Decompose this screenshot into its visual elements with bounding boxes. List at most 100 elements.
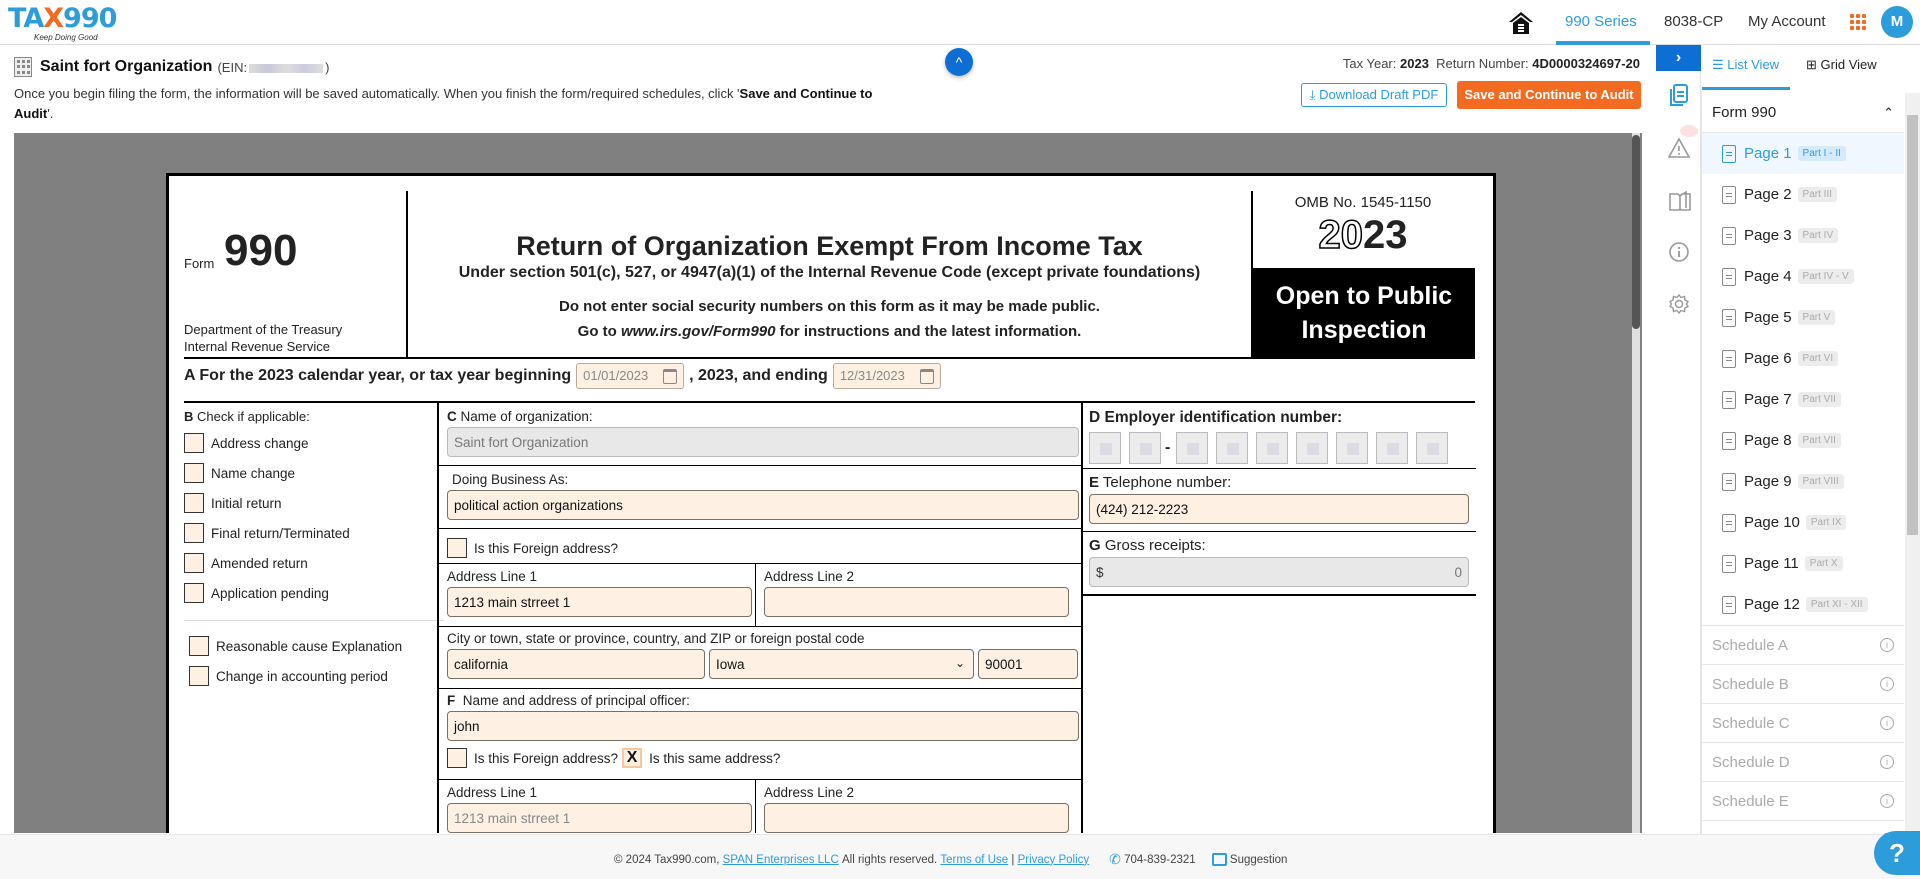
divider: [439, 779, 1081, 780]
info-icon[interactable]: i: [1880, 638, 1894, 652]
officer-address-line-1-field[interactable]: 1213 main strreet 1: [447, 803, 752, 833]
chevron-up-icon[interactable]: ⌃: [1883, 105, 1894, 121]
schedule-item[interactable]: Schedule Bi: [1702, 664, 1904, 703]
checkbox-application-pending[interactable]: Application pending: [184, 578, 444, 608]
info-icon[interactable]: i: [1880, 677, 1894, 691]
terms-link[interactable]: Terms of Use: [940, 854, 1008, 866]
form-label: Form: [184, 256, 215, 271]
tab-list-view[interactable]: ☰ List View: [1712, 57, 1779, 73]
telephone-field[interactable]: (424) 212-2223: [1089, 494, 1469, 524]
home-icon[interactable]: [1508, 10, 1534, 36]
page-item[interactable]: Page 1 Part I - II: [1702, 133, 1904, 174]
ein-digit[interactable]: [1216, 432, 1249, 464]
schedule-item[interactable]: Schedule Ai: [1702, 625, 1904, 664]
gear-icon[interactable]: [1668, 293, 1690, 315]
schedule-item[interactable]: Schedule Fi: [1702, 820, 1904, 834]
tab-grid-view[interactable]: ⊞ Grid View: [1806, 57, 1877, 73]
tax990-logo[interactable]: TAX990 Keep Doing Good: [8, 3, 117, 43]
divider: [1083, 594, 1476, 596]
page-item[interactable]: Page 6 Part VI: [1702, 338, 1904, 379]
schedule-item[interactable]: Schedule Ci: [1702, 703, 1904, 742]
page-item[interactable]: Page 5 Part V: [1702, 297, 1904, 338]
book-icon[interactable]: [1668, 190, 1691, 212]
info-icon[interactable]: i: [1880, 794, 1894, 808]
nav-990-series[interactable]: 990 Series: [1565, 13, 1637, 30]
officer-address-line-2-field[interactable]: [764, 803, 1069, 833]
gross-receipts-field[interactable]: $0: [1089, 557, 1469, 587]
ein-digit[interactable]: [1376, 432, 1409, 464]
form-pages-icon[interactable]: [1668, 83, 1690, 106]
page-item[interactable]: Page 4 Part IV - V: [1702, 256, 1904, 297]
calendar-icon[interactable]: [663, 369, 678, 384]
checkbox-address-change[interactable]: Address change: [184, 428, 444, 458]
privacy-link[interactable]: Privacy Policy: [1018, 854, 1090, 866]
info-icon[interactable]: [1668, 241, 1690, 263]
expand-panel-button[interactable]: ›: [1656, 45, 1701, 71]
checkbox-change-accounting-period[interactable]: Change in accounting period: [184, 661, 444, 691]
suggestion-link[interactable]: Suggestion: [1230, 854, 1288, 866]
info-icon[interactable]: i: [1880, 755, 1894, 769]
ein-digit[interactable]: [1176, 432, 1209, 464]
company-link[interactable]: SPAN Enterprises LLC: [723, 854, 839, 866]
ein-digit[interactable]: [1296, 432, 1329, 464]
organization-name-field[interactable]: Saint fort Organization: [447, 427, 1079, 457]
warning-icon[interactable]: [1667, 137, 1691, 159]
navigation-panel: ☰ List View ⊞ Grid View Form 990 ⌃ Page 1…: [1701, 45, 1920, 834]
zip-field[interactable]: 90001: [978, 649, 1078, 679]
ein-digit[interactable]: [1089, 432, 1121, 464]
checkbox-officer-foreign-address[interactable]: Is this Foreign address?: [447, 743, 618, 773]
viewer-scrollbar[interactable]: [1632, 133, 1640, 833]
checkbox-reasonable-cause[interactable]: Reasonable cause Explanation: [184, 631, 444, 661]
state-select[interactable]: Iowa ⌄: [709, 649, 974, 679]
nav-8038-cp[interactable]: 8038-CP: [1664, 13, 1723, 30]
page-item[interactable]: Page 9 Part VIII: [1702, 461, 1904, 502]
page-item[interactable]: Page 10 Part IX: [1702, 502, 1904, 543]
ein-digit[interactable]: [1336, 432, 1369, 464]
page-item[interactable]: Page 8 Part VII: [1702, 420, 1904, 461]
save-continue-audit-button[interactable]: Save and Continue to Audit: [1457, 81, 1641, 109]
form-990-group[interactable]: Form 990 ⌃: [1702, 93, 1904, 133]
ein-label: (EIN:): [217, 59, 330, 75]
avatar[interactable]: M: [1881, 6, 1913, 38]
divider: [1083, 531, 1476, 532]
download-draft-pdf-button[interactable]: ⤓ Download Draft PDF: [1301, 83, 1447, 107]
principal-officer-field[interactable]: john: [447, 711, 1079, 741]
ssn-notice: Do not enter social security numbers on …: [559, 298, 1100, 315]
info-icon[interactable]: i: [1880, 716, 1894, 730]
checkbox-final-return[interactable]: Final return/Terminated: [184, 518, 444, 548]
page-item[interactable]: Page 2 Part III: [1702, 174, 1904, 215]
checkbox-initial-return[interactable]: Initial return: [184, 488, 444, 518]
divider: [439, 465, 1081, 466]
checkbox-foreign-address[interactable]: Is this Foreign address?: [447, 533, 618, 563]
page-item[interactable]: Page 12 Part XI - XII: [1702, 584, 1904, 625]
checkbox-name-change[interactable]: Name change: [184, 458, 444, 488]
schedule-item[interactable]: Schedule Di: [1702, 742, 1904, 781]
address-line-1-field[interactable]: 1213 main strreet 1: [447, 587, 752, 617]
support-phone[interactable]: 704-839-2321: [1124, 854, 1196, 866]
page-item[interactable]: Page 7 Part VII: [1702, 379, 1904, 420]
page-item[interactable]: Page 3 Part IV: [1702, 215, 1904, 256]
panel-scrollbar[interactable]: [1905, 93, 1920, 834]
document-icon: [1722, 144, 1736, 163]
apps-grid-icon[interactable]: [1850, 14, 1866, 30]
ein-digit[interactable]: [1129, 432, 1161, 464]
ein-boxes: -: [1089, 432, 1469, 464]
doing-business-as-field[interactable]: political action organizations: [447, 490, 1079, 520]
page-item[interactable]: Page 11 Part X: [1702, 543, 1904, 584]
checkbox-amended-return[interactable]: Amended return: [184, 548, 444, 578]
help-button[interactable]: ?: [1874, 831, 1920, 875]
ein-digit[interactable]: [1256, 432, 1289, 464]
nav-my-account[interactable]: My Account: [1748, 13, 1826, 30]
divider: [439, 626, 1081, 627]
document-icon: [1722, 185, 1736, 204]
collapse-header-button[interactable]: ^: [945, 48, 973, 76]
checkbox-same-address[interactable]: X Is this same address?: [622, 743, 780, 773]
calendar-icon[interactable]: [919, 369, 934, 384]
begin-date-input[interactable]: 01/01/2023: [576, 363, 685, 389]
ein-digit[interactable]: [1416, 432, 1449, 464]
address-line-2-field[interactable]: [764, 587, 1069, 617]
irs-link[interactable]: www.irs.gov/Form990: [621, 323, 776, 340]
end-date-input[interactable]: 12/31/2023: [832, 363, 941, 389]
schedule-item[interactable]: Schedule Ei: [1702, 781, 1904, 820]
city-field[interactable]: california: [447, 649, 705, 679]
